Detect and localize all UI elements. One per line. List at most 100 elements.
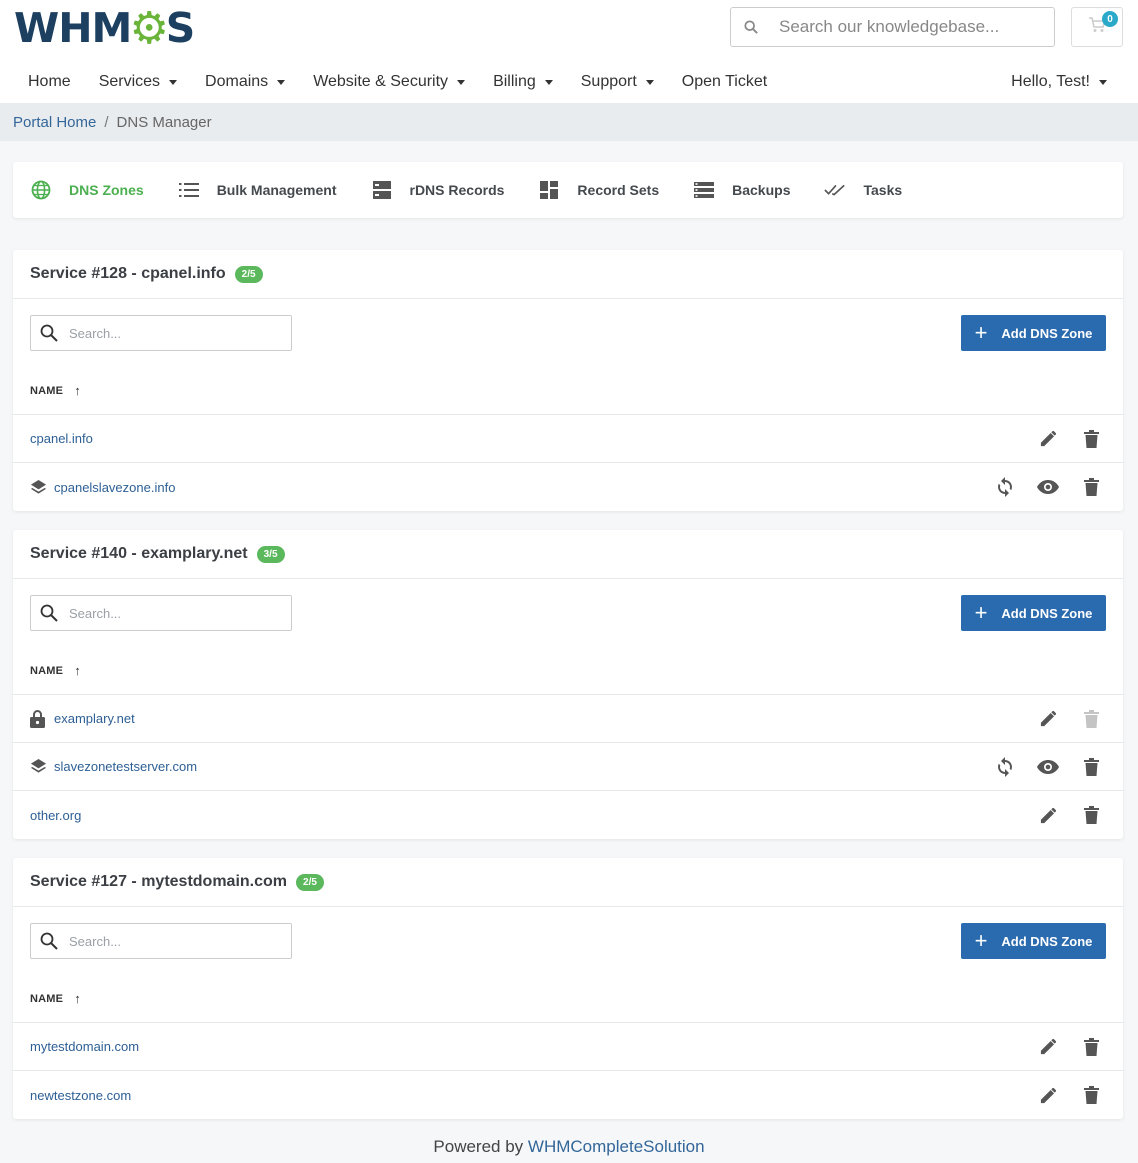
nav-website-security[interactable]: Website & Security bbox=[299, 62, 479, 102]
knowledgebase-search-input[interactable] bbox=[771, 17, 1041, 37]
dns-tabs: DNS Zones Bulk Management rDNS Records R… bbox=[13, 162, 1123, 218]
lock-icon bbox=[30, 709, 47, 728]
trash-icon[interactable] bbox=[1079, 427, 1103, 451]
nav-user-label: Hello, Test! bbox=[1011, 73, 1090, 90]
trash-icon[interactable] bbox=[1079, 475, 1103, 499]
zone-link[interactable]: examplary.net bbox=[54, 711, 135, 726]
cart-button[interactable]: 0 bbox=[1071, 7, 1123, 47]
nav-domains[interactable]: Domains bbox=[191, 62, 299, 102]
zone-link[interactable]: cpanel.info bbox=[30, 431, 93, 446]
zone-search-input[interactable] bbox=[67, 325, 277, 341]
edit-pencil-icon[interactable] bbox=[1036, 1083, 1060, 1107]
trash-icon[interactable] bbox=[1079, 1035, 1103, 1059]
nav-home[interactable]: Home bbox=[0, 62, 85, 102]
edit-pencil-icon[interactable] bbox=[1036, 707, 1060, 731]
zone-link[interactable]: mytestdomain.com bbox=[30, 1039, 139, 1054]
zone-search[interactable] bbox=[30, 315, 292, 351]
add-dns-zone-button[interactable]: + Add DNS Zone bbox=[961, 315, 1106, 351]
trash-icon[interactable] bbox=[1079, 755, 1103, 779]
add-dns-zone-button[interactable]: + Add DNS Zone bbox=[961, 923, 1106, 959]
eye-icon[interactable] bbox=[1036, 755, 1060, 779]
row-actions bbox=[1017, 695, 1103, 742]
zone-link[interactable]: other.org bbox=[30, 808, 81, 823]
tab-bulk-management[interactable]: Bulk Management bbox=[178, 179, 337, 201]
tab-tasks[interactable]: Tasks bbox=[824, 179, 902, 201]
add-dns-zone-label: Add DNS Zone bbox=[1001, 325, 1093, 341]
knowledgebase-search[interactable] bbox=[730, 7, 1055, 47]
caret-down-icon bbox=[457, 79, 466, 85]
zone-link[interactable]: slavezonetestserver.com bbox=[54, 759, 197, 774]
name-column-label: NAME bbox=[30, 992, 64, 1005]
service-card: Service #127 - mytestdomain.com 2/5 + Ad… bbox=[13, 858, 1123, 1119]
globe-icon bbox=[30, 179, 52, 201]
nav-home-label: Home bbox=[28, 73, 71, 90]
tab-rdns-records[interactable]: rDNS Records bbox=[371, 179, 504, 201]
breadcrumb-separator: / bbox=[104, 113, 109, 131]
nav-open-ticket[interactable]: Open Ticket bbox=[668, 62, 781, 102]
zone-search[interactable] bbox=[30, 595, 292, 631]
zone-link[interactable]: cpanelslavezone.info bbox=[54, 480, 175, 495]
name-column-label: NAME bbox=[30, 664, 64, 677]
edit-pencil-icon[interactable] bbox=[1036, 427, 1060, 451]
cart-count-badge: 0 bbox=[1102, 11, 1118, 27]
whmcs-logo[interactable]: WHM ⚙ S bbox=[14, 3, 196, 54]
nav-services[interactable]: Services bbox=[85, 62, 191, 102]
tab-backups-label: Backups bbox=[732, 182, 791, 198]
list-icon bbox=[178, 179, 200, 201]
zone-search-input[interactable] bbox=[67, 933, 277, 949]
nav-services-label: Services bbox=[98, 73, 161, 90]
row-actions bbox=[974, 463, 1103, 511]
zone-link[interactable]: newtestzone.com bbox=[30, 1088, 131, 1103]
zone-count-badge: 2/5 bbox=[234, 265, 263, 283]
caret-down-icon bbox=[169, 79, 178, 85]
layers-icon bbox=[30, 479, 47, 496]
name-column-label: NAME bbox=[30, 384, 64, 397]
logo-text-left: WHM bbox=[14, 4, 132, 52]
nav-domains-label: Domains bbox=[205, 73, 269, 90]
service-toolbar: + Add DNS Zone bbox=[13, 299, 1123, 367]
edit-pencil-icon[interactable] bbox=[1036, 803, 1060, 827]
tab-bulk-management-label: Bulk Management bbox=[216, 182, 337, 198]
breadcrumb-home-link[interactable]: Portal Home bbox=[13, 114, 96, 131]
name-column-header[interactable]: NAME ↑ bbox=[13, 647, 1123, 695]
footer-link[interactable]: WHMCompleteSolution bbox=[528, 1137, 705, 1156]
eye-icon[interactable] bbox=[1036, 475, 1060, 499]
add-dns-zone-label: Add DNS Zone bbox=[1001, 605, 1093, 621]
service-toolbar: + Add DNS Zone bbox=[13, 907, 1123, 975]
service-toolbar: + Add DNS Zone bbox=[13, 579, 1123, 647]
zone-search[interactable] bbox=[30, 923, 292, 959]
sync-icon[interactable] bbox=[993, 755, 1017, 779]
nav-website-security-label: Website & Security bbox=[313, 73, 449, 90]
nav-support-label: Support bbox=[580, 73, 637, 90]
tab-backups[interactable]: Backups bbox=[693, 179, 790, 201]
add-dns-zone-label: Add DNS Zone bbox=[1001, 933, 1093, 949]
caret-down-icon bbox=[1099, 79, 1107, 85]
nav-billing-label: Billing bbox=[493, 73, 536, 90]
tab-dns-zones-label: DNS Zones bbox=[69, 182, 144, 198]
sync-icon[interactable] bbox=[993, 475, 1017, 499]
nav-user-menu[interactable]: Hello, Test! bbox=[1011, 62, 1107, 102]
search-icon bbox=[31, 324, 67, 342]
caret-down-icon bbox=[645, 79, 654, 85]
trash-icon[interactable] bbox=[1079, 1083, 1103, 1107]
tab-record-sets-label: Record Sets bbox=[577, 182, 660, 198]
sort-arrow-up-icon: ↑ bbox=[74, 383, 81, 398]
logo-text-right: S bbox=[165, 4, 196, 52]
trash-icon[interactable] bbox=[1079, 803, 1103, 827]
nav-billing[interactable]: Billing bbox=[479, 62, 567, 102]
row-actions bbox=[1017, 1023, 1103, 1070]
footer: Powered by WHMCompleteSolution bbox=[0, 1137, 1138, 1157]
table-row: mytestdomain.com bbox=[13, 1023, 1123, 1071]
name-column-header[interactable]: NAME ↑ bbox=[13, 975, 1123, 1023]
search-icon bbox=[31, 932, 67, 950]
table-row: cpanelslavezone.info bbox=[13, 463, 1123, 511]
name-column-header[interactable]: NAME ↑ bbox=[13, 367, 1123, 415]
zone-search-input[interactable] bbox=[67, 605, 277, 621]
edit-pencil-icon[interactable] bbox=[1036, 1035, 1060, 1059]
tab-record-sets[interactable]: Record Sets bbox=[538, 179, 659, 201]
table-row: newtestzone.com bbox=[13, 1071, 1123, 1119]
tab-dns-zones[interactable]: DNS Zones bbox=[30, 179, 144, 201]
service-title: Service #128 - cpanel.info bbox=[30, 265, 226, 282]
add-dns-zone-button[interactable]: + Add DNS Zone bbox=[961, 595, 1106, 631]
nav-support[interactable]: Support bbox=[567, 62, 668, 102]
